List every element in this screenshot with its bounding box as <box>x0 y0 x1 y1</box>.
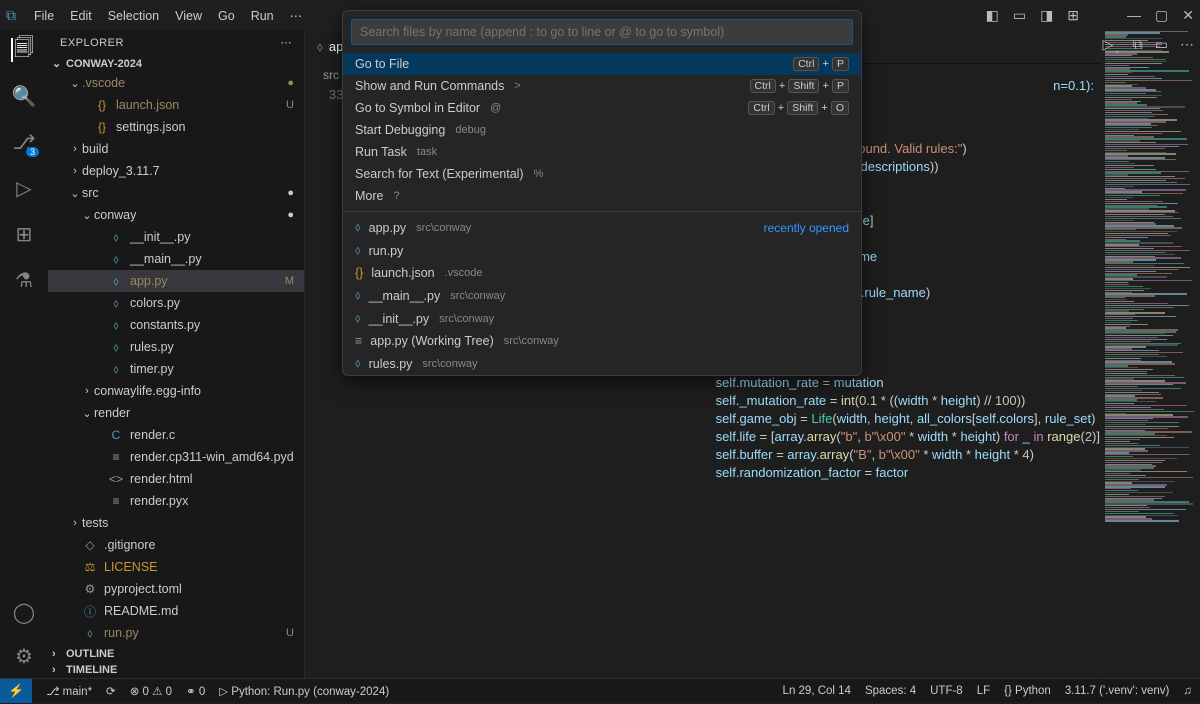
source-control-icon[interactable]: ⎇3 <box>12 130 36 154</box>
menu-bar: FileEditSelectionViewGoRun <box>26 8 282 23</box>
tree-item[interactable]: ≡render.cp311-win_amd64.pyd <box>48 446 304 468</box>
explorer-icon[interactable]: 🗐 <box>11 38 35 62</box>
search-icon[interactable]: 🔍 <box>12 84 36 108</box>
tree-item[interactable]: {}settings.json <box>48 116 304 138</box>
code-fragment: n=0.1): <box>1053 78 1094 94</box>
status-eol[interactable]: LF <box>977 685 990 697</box>
tree-item[interactable]: <>render.html <box>48 468 304 490</box>
status-language[interactable]: {} Python <box>1004 685 1051 697</box>
editor-more-icon[interactable]: ⋯ <box>1180 36 1194 56</box>
split-editor-icon[interactable]: ⧉ <box>1133 36 1143 56</box>
accounts-icon[interactable]: ◯ <box>12 600 36 624</box>
menu-file[interactable]: File <box>26 5 62 27</box>
status-ports[interactable]: ⚭ 0 <box>186 684 205 698</box>
menu-view[interactable]: View <box>167 5 210 27</box>
tree-item[interactable]: ◇.gitignore <box>48 534 304 556</box>
quick-open-file[interactable]: ⬨__main__.pysrc\conway <box>343 284 861 307</box>
menu-edit[interactable]: Edit <box>62 5 100 27</box>
editor-actions: ▷⌄ ⧉ ▭ ⋯ <box>1102 36 1194 56</box>
quick-open-file[interactable]: ⬨app.pysrc\conwayrecently opened <box>343 216 861 239</box>
quick-open-command[interactable]: Go to Symbol in Editor@Ctrl + Shift + O <box>343 97 861 119</box>
status-branch[interactable]: ⎇ main* <box>46 684 92 698</box>
tree-item[interactable]: ⌄render <box>48 402 304 424</box>
diff-icon[interactable]: ▭ <box>1155 36 1168 56</box>
tree-item[interactable]: ›deploy_3.11.7 <box>48 160 304 182</box>
tree-item[interactable]: ›tests <box>48 512 304 534</box>
quick-open-file[interactable]: {}launch.json.vscode <box>343 262 861 284</box>
quick-open-file[interactable]: ⬨__init__.pysrc\conway <box>343 307 861 330</box>
layout-customize-icon[interactable]: ⊞ <box>1067 7 1079 24</box>
activity-bar: 🗐 🔍 ⎇3 ▷ ⊞ ⚗ ◯ ⚙ <box>0 30 48 678</box>
extensions-icon[interactable]: ⊞ <box>12 222 36 246</box>
layout-sidebar-left-icon[interactable]: ◧ <box>986 7 999 24</box>
run-debug-icon[interactable]: ▷ <box>12 176 36 200</box>
quick-open-command[interactable]: Start Debuggingdebug <box>343 119 861 141</box>
status-notifications-icon[interactable]: ♫ <box>1183 685 1192 697</box>
tree-item[interactable]: ⬨colors.py <box>48 292 304 314</box>
tree-item[interactable]: ⌄.vscode● <box>48 72 304 94</box>
window-close-icon[interactable]: ✕ <box>1182 7 1194 24</box>
title-layout-actions: ◧ ▭ ◨ ⊞ — ▢ ✕ <box>986 7 1194 24</box>
sidebar: EXPLORER ⋯ ⌄CONWAY-2024 ⌄.vscode●{}launc… <box>48 30 305 678</box>
python-file-icon: ⬨ <box>317 39 323 55</box>
layout-sidebar-right-icon[interactable]: ◨ <box>1040 7 1053 24</box>
quick-open-file[interactable]: ⬨run.py <box>343 239 861 262</box>
vscode-logo-icon: ⧉ <box>6 7 16 24</box>
run-file-icon[interactable]: ▷⌄ <box>1102 36 1120 56</box>
tree-item[interactable]: ⬨constants.py <box>48 314 304 336</box>
tree-item[interactable]: ⌄src● <box>48 182 304 204</box>
tree-item[interactable]: ⬨rules.py <box>48 336 304 358</box>
menu-go[interactable]: Go <box>210 5 243 27</box>
timeline-section[interactable]: ›TIMELINE <box>48 662 304 678</box>
menu-run[interactable]: Run <box>243 5 282 27</box>
outline-section[interactable]: ›OUTLINE <box>48 646 304 662</box>
status-indent[interactable]: Spaces: 4 <box>865 685 916 697</box>
minimap[interactable] <box>1100 30 1200 678</box>
status-problems[interactable]: ⊗ 0 ⚠ 0 <box>130 684 172 698</box>
gear-icon[interactable]: ⚙ <box>12 644 36 668</box>
status-cursor-pos[interactable]: Ln 29, Col 14 <box>783 685 851 697</box>
sidebar-more-icon[interactable]: ⋯ <box>281 36 293 49</box>
folder-root[interactable]: ⌄CONWAY-2024 <box>48 55 304 72</box>
status-interpreter[interactable]: 3.11.7 ('.venv': venv) <box>1065 685 1170 697</box>
remote-indicator[interactable]: ⚡ <box>0 679 32 703</box>
quick-open-command[interactable]: More? <box>343 185 861 207</box>
tree-item[interactable]: ›conwaylife.egg-info <box>48 380 304 402</box>
tree-item[interactable]: {}launch.jsonU <box>48 94 304 116</box>
status-bar: ⚡ ⎇ main* ⟳ ⊗ 0 ⚠ 0 ⚭ 0 ▷ Python: Run.py… <box>0 678 1200 702</box>
window-minimize-icon[interactable]: — <box>1127 7 1141 23</box>
quick-open-command[interactable]: Run Tasktask <box>343 141 861 163</box>
quick-open-command[interactable]: Go to FileCtrl + P <box>343 53 861 75</box>
window-maximize-icon[interactable]: ▢ <box>1155 7 1168 24</box>
quick-open: Go to FileCtrl + PShow and Run Commands>… <box>342 10 862 376</box>
tree-item[interactable]: ⚖LICENSE <box>48 556 304 578</box>
tree-item[interactable]: Crender.c <box>48 424 304 446</box>
tree-item[interactable]: ≡render.pyx <box>48 490 304 512</box>
tree-item[interactable]: ⬨__main__.py <box>48 248 304 270</box>
file-tree: ⌄.vscode●{}launch.jsonU{}settings.json›b… <box>48 72 304 646</box>
tree-item[interactable]: ⓘREADME.md <box>48 600 304 622</box>
quick-open-input-wrap[interactable] <box>351 19 853 45</box>
layout-panel-icon[interactable]: ▭ <box>1013 7 1026 24</box>
testing-icon[interactable]: ⚗ <box>12 268 36 292</box>
tree-item[interactable]: ⌄conway● <box>48 204 304 226</box>
tree-item[interactable]: ⬨run.pyU <box>48 622 304 644</box>
tree-item[interactable]: ⬨__init__.py <box>48 226 304 248</box>
status-encoding[interactable]: UTF-8 <box>930 685 963 697</box>
quick-open-file[interactable]: ⬨rules.pysrc\conway <box>343 352 861 375</box>
tree-item[interactable]: ⬨timer.py <box>48 358 304 380</box>
sidebar-title: EXPLORER ⋯ <box>48 30 304 55</box>
tree-item[interactable]: ⬨app.pyM <box>48 270 304 292</box>
quick-open-input[interactable] <box>360 25 844 39</box>
status-sync-icon[interactable]: ⟳ <box>106 684 116 698</box>
tree-item[interactable]: ⚙pyproject.toml <box>48 578 304 600</box>
quick-open-file[interactable]: ≡app.py (Working Tree)src\conway <box>343 330 861 352</box>
tree-item[interactable]: ›build <box>48 138 304 160</box>
quick-open-command[interactable]: Search for Text (Experimental)% <box>343 163 861 185</box>
quick-open-command[interactable]: Show and Run Commands>Ctrl + Shift + P <box>343 75 861 97</box>
status-debug-target[interactable]: ▷ Python: Run.py (conway-2024) <box>219 684 389 698</box>
menu-selection[interactable]: Selection <box>100 5 167 27</box>
menu-more[interactable]: ⋯ <box>282 4 311 27</box>
